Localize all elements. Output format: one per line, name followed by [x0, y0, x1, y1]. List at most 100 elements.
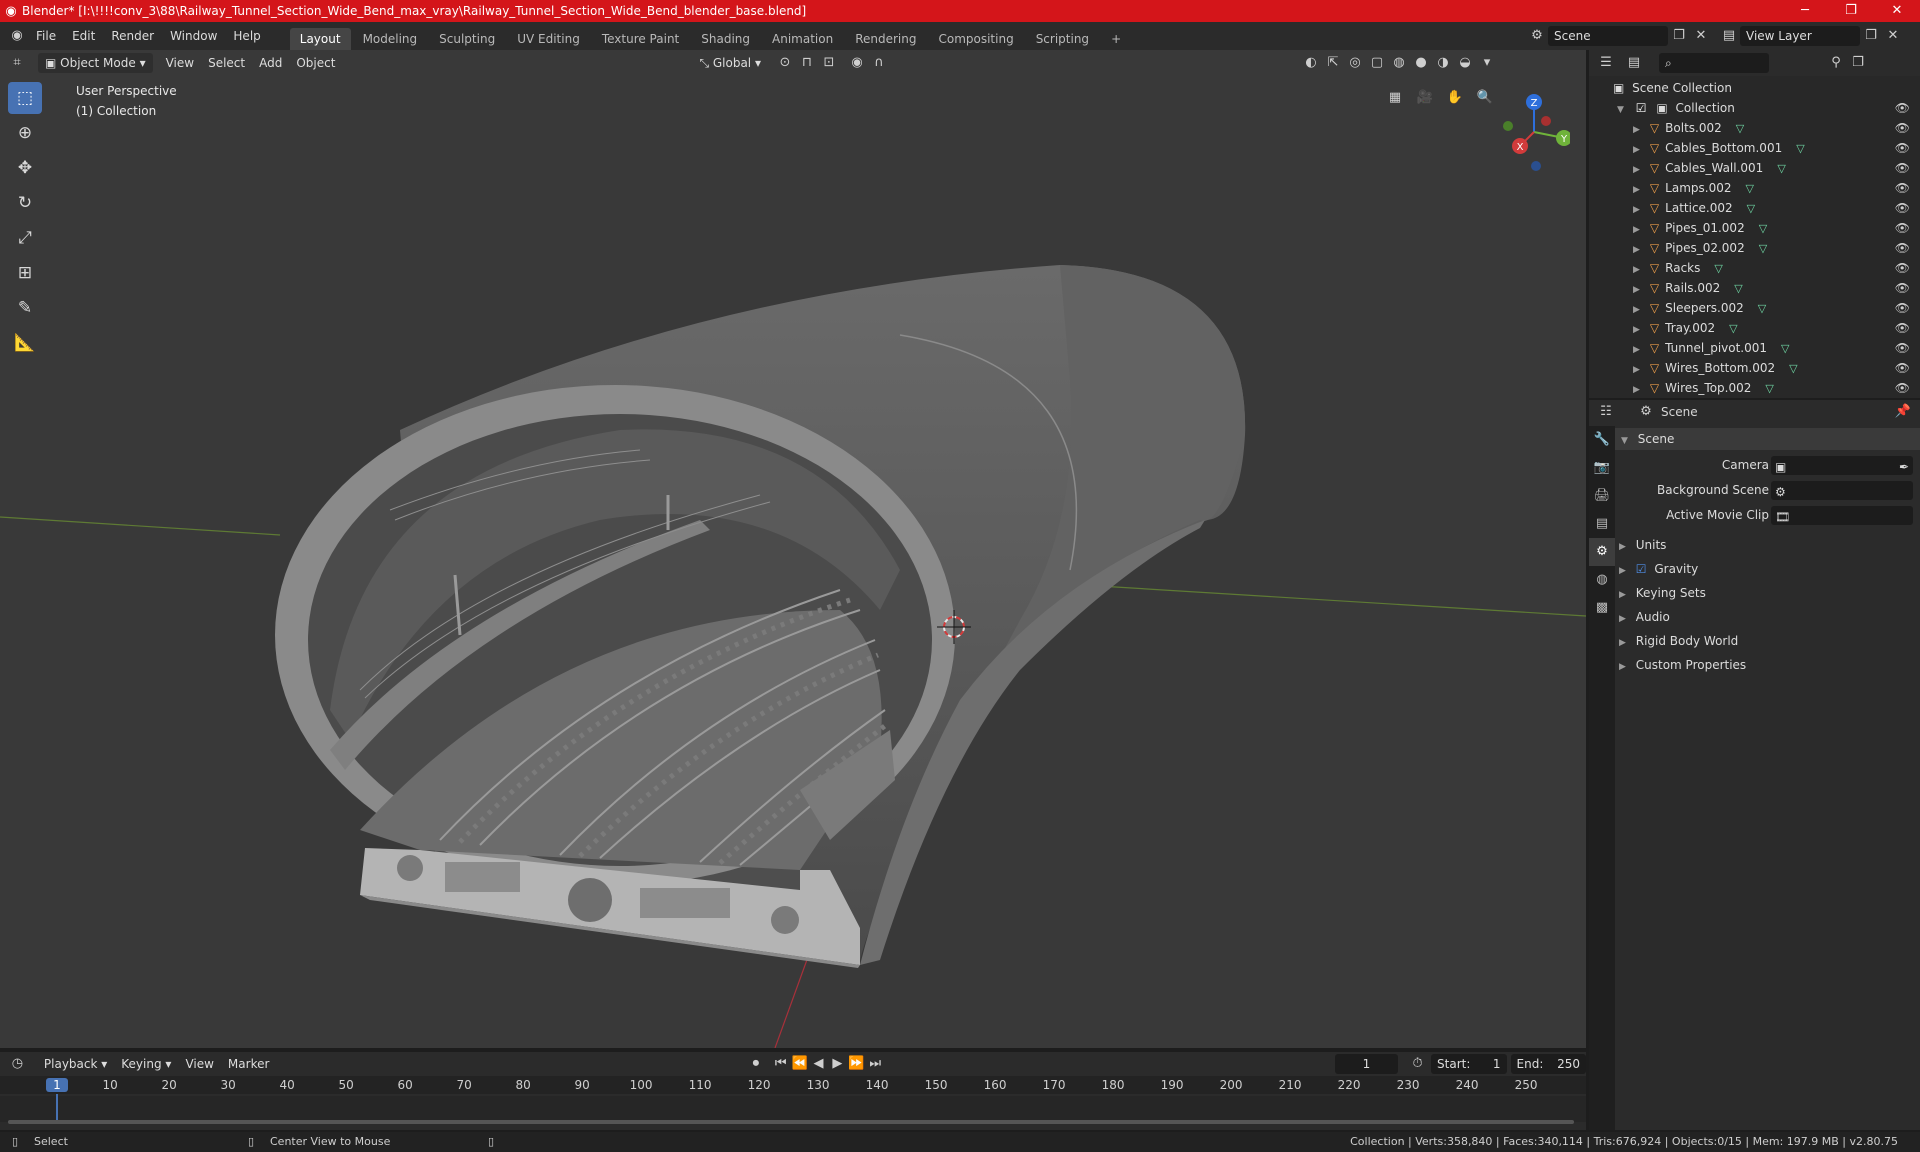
tab-sculpting[interactable]: Sculpting [429, 28, 505, 50]
view-layer-icon[interactable]: ▤ [1718, 26, 1740, 46]
measure-tool-icon[interactable]: 📐 [8, 327, 42, 359]
mesh-data-icon[interactable]: ▽ [1789, 362, 1797, 375]
transform-tool-icon[interactable]: ⊞ [8, 257, 42, 289]
stopwatch-icon[interactable]: ⏱ [1408, 1054, 1427, 1074]
expand-triangle-icon[interactable]: ▶ [1633, 285, 1640, 295]
playhead-line[interactable] [56, 1094, 58, 1122]
outliner-object-row[interactable]: ▶ ▽ Cables_Bottom.001 ▽ 👁 [1589, 138, 1920, 158]
tab-compositing[interactable]: Compositing [928, 28, 1023, 50]
expand-triangle-icon[interactable]: ▶ [1633, 265, 1640, 275]
gravity-section[interactable]: ▶ ☑ Gravity [1619, 558, 1917, 580]
current-frame-field[interactable]: 1 [1334, 1054, 1399, 1074]
scene-selector[interactable]: Scene [1548, 26, 1668, 46]
expand-triangle-icon[interactable]: ▶ [1633, 365, 1640, 375]
pan-hand-icon[interactable]: ✋ [1440, 88, 1470, 108]
expand-triangle-icon[interactable]: ▶ [1633, 305, 1640, 315]
solid-shading-icon[interactable]: ● [1410, 53, 1432, 73]
toggle-camera-view-icon[interactable]: ▦ [1380, 88, 1410, 108]
outliner-object-row[interactable]: ▶ ▽ Rails.002 ▽ 👁 [1589, 278, 1920, 298]
gizmo-toggle-icon[interactable]: ⇱ [1322, 53, 1344, 73]
expand-triangle-icon[interactable]: ▶ [1633, 325, 1640, 335]
expand-triangle-icon[interactable]: ▶ [1633, 385, 1640, 395]
timeline-ruler[interactable]: 1 10 20 30 40 50 60 70 80 90 100 110 120 130 140 150 160… [0, 1076, 1586, 1094]
eye-icon[interactable]: 👁 [1895, 98, 1910, 118]
mesh-data-icon[interactable]: ▽ [1765, 382, 1773, 395]
snap-target-icon[interactable]: ⊡ [818, 53, 840, 73]
outliner-search-input[interactable]: ⌕ [1659, 53, 1769, 73]
mesh-data-icon[interactable]: ▽ [1745, 182, 1753, 195]
end-frame-field[interactable]: End: 250 [1510, 1054, 1587, 1074]
add-workspace-button[interactable]: + [1101, 28, 1131, 50]
timeline-scrollbar[interactable] [8, 1120, 1574, 1124]
annotate-tool-icon[interactable]: ✎ [8, 292, 42, 324]
tab-scene-icon[interactable]: ⚙ [1589, 538, 1615, 566]
outliner-object-row[interactable]: ▶ ▽ Tray.002 ▽ 👁 [1589, 318, 1920, 338]
eye-icon[interactable]: 👁 [1895, 238, 1910, 258]
eye-icon[interactable]: 👁 [1895, 198, 1910, 218]
viewport-menu-view[interactable]: View [159, 53, 201, 73]
eye-icon[interactable]: 👁 [1895, 338, 1910, 358]
tab-world-icon[interactable]: ◍ [1589, 566, 1615, 594]
editor-type-icon[interactable]: ⌗ [6, 53, 28, 73]
eye-icon[interactable]: 👁 [1895, 218, 1910, 238]
outliner-collection[interactable]: ▼ ☑ ▣ Collection 👁 [1589, 98, 1920, 118]
tab-output-icon[interactable]: 🖨 [1589, 482, 1615, 510]
tab-texture-icon[interactable]: ▩ [1589, 594, 1615, 622]
timeline-menu-playback[interactable]: Playback ▾ [37, 1054, 114, 1074]
outliner-object-row[interactable]: ▶ ▽ Wires_Bottom.002 ▽ 👁 [1589, 358, 1920, 378]
expand-triangle-icon[interactable]: ▶ [1633, 145, 1640, 155]
view-layer-selector[interactable]: View Layer [1740, 26, 1860, 46]
outliner-object-row[interactable]: ▶ ▽ Cables_Wall.001 ▽ 👁 [1589, 158, 1920, 178]
display-mode-icon[interactable]: ▤ [1623, 53, 1645, 73]
outliner-object-row[interactable]: ▶ ▽ Pipes_01.002 ▽ 👁 [1589, 218, 1920, 238]
tab-rendering[interactable]: Rendering [845, 28, 926, 50]
mesh-data-icon[interactable]: ▽ [1758, 302, 1766, 315]
camera-icon[interactable]: 🎥 [1410, 88, 1440, 108]
tab-modeling[interactable]: Modeling [353, 28, 428, 50]
record-icon[interactable]: ⏺ [746, 1054, 765, 1074]
mesh-data-icon[interactable]: ▽ [1747, 202, 1755, 215]
units-section[interactable]: ▶ Units [1619, 534, 1917, 556]
viewport-menu-add[interactable]: Add [252, 53, 289, 73]
xray-toggle-icon[interactable]: ▢ [1366, 53, 1388, 73]
tab-tool-icon[interactable]: 🔧 [1589, 426, 1615, 454]
wireframe-shading-icon[interactable]: ◍ [1388, 53, 1410, 73]
mesh-data-icon[interactable]: ▽ [1729, 322, 1737, 335]
eye-icon[interactable]: 👁 [1895, 258, 1910, 278]
tab-shading[interactable]: Shading [691, 28, 760, 50]
timeline-menu-view[interactable]: View [178, 1054, 220, 1074]
play-icon[interactable]: ▶ [828, 1054, 847, 1074]
gravity-checkbox[interactable]: ☑ [1636, 562, 1647, 576]
outliner-object-row[interactable]: ▶ ▽ Pipes_02.002 ▽ 👁 [1589, 238, 1920, 258]
expand-triangle-icon[interactable]: ▶ [1633, 125, 1640, 135]
collection-checkbox[interactable]: ☑ [1636, 101, 1647, 115]
eyedropper-icon[interactable]: ✒ [1899, 456, 1909, 478]
jump-keyframe-forward-icon[interactable]: ⏩ [847, 1054, 866, 1074]
jump-keyframe-back-icon[interactable]: ⏪ [790, 1054, 809, 1074]
mesh-data-icon[interactable]: ▽ [1796, 142, 1804, 155]
play-reverse-icon[interactable]: ◀ [809, 1054, 828, 1074]
rigid-body-world-section[interactable]: ▶ Rigid Body World [1619, 630, 1917, 652]
outliner-object-row[interactable]: ▶ ▽ Lamps.002 ▽ 👁 [1589, 178, 1920, 198]
material-shading-icon[interactable]: ◑ [1432, 53, 1454, 73]
menu-file[interactable]: File [28, 22, 64, 50]
filter-icon[interactable]: ⚲ [1825, 53, 1847, 73]
delete-view-layer-icon[interactable]: ✕ [1882, 26, 1904, 46]
jump-end-icon[interactable]: ⏭ [866, 1054, 885, 1074]
expand-triangle-icon[interactable]: ▶ [1633, 225, 1640, 235]
close-button[interactable]: ✕ [1874, 0, 1920, 22]
menu-help[interactable]: Help [225, 22, 268, 50]
viewport-menu-select[interactable]: Select [201, 53, 252, 73]
tab-texture-paint[interactable]: Texture Paint [592, 28, 689, 50]
audio-section[interactable]: ▶ Audio [1619, 606, 1917, 628]
eye-icon[interactable]: 👁 [1895, 138, 1910, 158]
falloff-icon[interactable]: ∩ [868, 53, 890, 73]
overlay-toggle-icon[interactable]: ◎ [1344, 53, 1366, 73]
mesh-data-icon[interactable]: ▽ [1781, 342, 1789, 355]
outliner-object-row[interactable]: ▶ ▽ Sleepers.002 ▽ 👁 [1589, 298, 1920, 318]
camera-field[interactable]: ▣ ✒ [1771, 456, 1913, 475]
move-tool-icon[interactable]: ✥ [8, 152, 42, 184]
eye-icon[interactable]: 👁 [1895, 358, 1910, 378]
pivot-point-icon[interactable]: ⊙ [774, 53, 796, 73]
new-view-layer-icon[interactable]: ❐ [1860, 26, 1882, 46]
